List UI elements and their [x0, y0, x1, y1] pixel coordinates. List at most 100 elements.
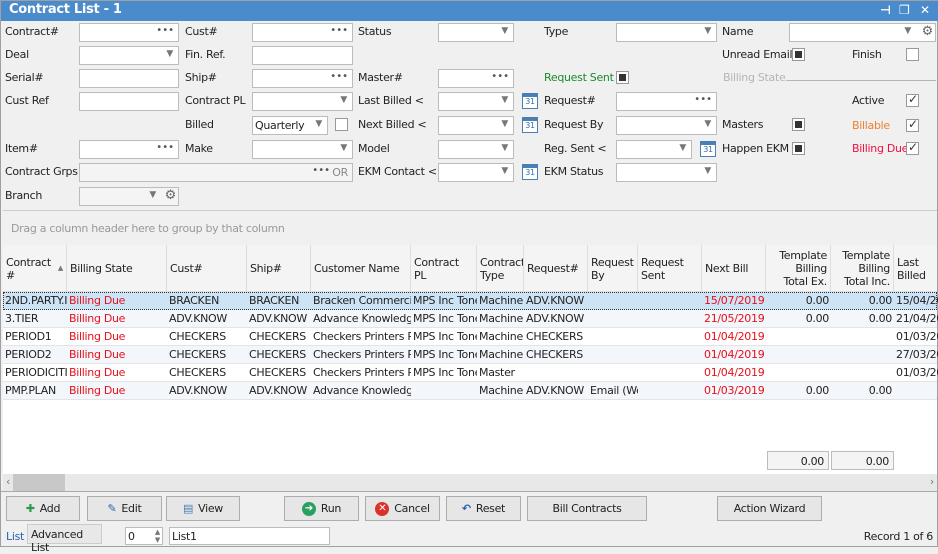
pin-icon[interactable]: ⊣: [880, 3, 891, 17]
total-inc: 0.00: [831, 451, 894, 470]
tab-list[interactable]: List: [6, 530, 24, 543]
ellipsis-icon[interactable]: •••: [156, 142, 174, 153]
table-row[interactable]: PERIOD2 Billing Due CHECKERS CHECKERS Checke…: [3, 346, 938, 364]
add-button[interactable]: ✚ Add: [6, 496, 80, 521]
column-header[interactable]: Last Billed: [894, 245, 938, 292]
table-cell: Checkers Printers Pt: [313, 348, 411, 361]
ellipsis-icon[interactable]: •••: [330, 71, 348, 82]
ellipsis-icon[interactable]: •••: [491, 71, 509, 82]
table-row[interactable]: PERIODICITI Billing Due CHECKERS CHECKERS Ch…: [3, 364, 938, 382]
table-cell: PERIODICITI: [5, 366, 67, 379]
request-no-input[interactable]: •••: [616, 92, 717, 111]
column-header[interactable]: Template Billing Total Inc.: [831, 245, 894, 292]
column-header[interactable]: Cust#: [167, 245, 247, 292]
request-by-select[interactable]: ▼: [616, 116, 717, 135]
unread-email-checkbox[interactable]: [792, 48, 805, 61]
calendar-icon[interactable]: 31: [700, 141, 716, 157]
last-billed-select[interactable]: ▼: [438, 92, 514, 111]
group-by-panel[interactable]: Drag a column header here to group by th…: [3, 211, 937, 245]
active-checkbox[interactable]: [906, 92, 919, 107]
column-header[interactable]: Contract # ▲: [3, 245, 67, 292]
req-sent-select[interactable]: ▼: [616, 140, 692, 159]
table-cell: 01/03/2019: [704, 384, 765, 397]
table-cell: Billing Due: [69, 294, 126, 307]
serial-no-input[interactable]: [79, 69, 179, 88]
ellipsis-icon[interactable]: •••: [694, 94, 712, 105]
column-header[interactable]: Ship#: [247, 245, 311, 292]
table-cell: ADV.KNOW: [526, 312, 584, 325]
run-button[interactable]: ➔ Run: [284, 496, 359, 521]
settings-gear-icon[interactable]: ⚙: [165, 188, 177, 203]
next-billed-select[interactable]: ▼: [438, 116, 514, 135]
masters-checkbox[interactable]: [792, 118, 805, 131]
ellipsis-icon[interactable]: •••: [156, 25, 174, 36]
make-select[interactable]: ▼: [252, 140, 353, 159]
scroll-right-icon[interactable]: ›: [930, 475, 934, 488]
bill-contracts-button[interactable]: Bill Contracts: [527, 496, 647, 521]
branch-select[interactable]: ▼ ⚙: [79, 187, 179, 206]
status-select[interactable]: ▼: [438, 23, 514, 42]
tab-advanced-list[interactable]: Advanced List: [27, 524, 102, 554]
billable-checkbox[interactable]: [906, 117, 919, 132]
list-number-spinner[interactable]: 0 ▲ ▼: [125, 527, 163, 545]
column-header[interactable]: Request Sent: [638, 245, 702, 292]
billed-checkbox[interactable]: [335, 118, 348, 131]
contract-no-input[interactable]: •••: [79, 23, 179, 42]
restore-icon[interactable]: ❐: [899, 3, 910, 17]
calendar-icon[interactable]: 31: [522, 117, 538, 133]
scrollbar-thumb[interactable]: [13, 474, 65, 491]
request-sent-checkbox[interactable]: [616, 71, 629, 84]
table-row[interactable]: 2ND.PARTY.I Billing Due BRACKEN BRACKEN Brac…: [3, 292, 938, 310]
settings-gear-icon[interactable]: ⚙: [922, 24, 934, 39]
cust-ref-input[interactable]: [79, 92, 179, 111]
model-label: Model: [358, 142, 390, 155]
column-header[interactable]: Customer Name: [311, 245, 411, 292]
billing-due-checkbox[interactable]: [906, 140, 919, 155]
cancel-button[interactable]: ✕ Cancel: [365, 496, 440, 521]
scroll-left-icon[interactable]: ‹: [6, 475, 10, 488]
finish-checkbox[interactable]: [906, 48, 919, 61]
model-select[interactable]: ▼: [438, 140, 514, 159]
contract-pl-select[interactable]: ▼: [252, 92, 353, 111]
ekm-contact-select[interactable]: ▼: [438, 163, 514, 182]
happen-ekm-checkbox[interactable]: [792, 142, 805, 155]
item-no-input[interactable]: •••: [79, 140, 179, 159]
calendar-icon[interactable]: 31: [522, 164, 538, 180]
reset-label: Reset: [475, 502, 506, 515]
item-no-label: Item#: [5, 142, 38, 155]
column-header[interactable]: Contract PL: [411, 245, 477, 292]
column-header[interactable]: Next Bill: [702, 245, 766, 292]
name-select[interactable]: ▼ ⚙: [789, 23, 936, 42]
column-header[interactable]: Billing State: [67, 245, 167, 292]
cust-no-input[interactable]: •••: [252, 23, 353, 42]
reset-button[interactable]: ↶ Reset: [446, 496, 521, 521]
table-cell: MPS Inc Toner: [413, 366, 477, 379]
table-row[interactable]: PMP.PLAN Billing Due ADV.KNOW ADV.KNOW Advan…: [3, 382, 937, 400]
type-select[interactable]: ▼: [616, 23, 717, 42]
contract-grps-input[interactable]: ••• OR: [79, 163, 353, 182]
table-row[interactable]: PERIOD1 Billing Due CHECKERS CHECKERS Checke…: [3, 328, 938, 346]
view-button[interactable]: ▤ View: [166, 496, 240, 521]
spinner-arrows-icon[interactable]: ▲ ▼: [155, 528, 160, 544]
list-name-input[interactable]: List1: [169, 527, 330, 545]
master-no-input[interactable]: •••: [438, 69, 514, 88]
table-row[interactable]: 3.TIER Billing Due ADV.KNOW ADV.KNOW Advance…: [3, 310, 938, 328]
billed-select[interactable]: Quarterly ▼: [252, 116, 328, 135]
close-icon[interactable]: ✕: [920, 3, 930, 17]
ekm-status-select[interactable]: ▼: [616, 163, 717, 182]
action-wizard-button[interactable]: Action Wizard: [717, 496, 822, 521]
calendar-icon[interactable]: 31: [522, 93, 538, 109]
column-header[interactable]: Template Billing Total Ex.: [766, 245, 831, 292]
horizontal-scrollbar[interactable]: ‹ ›: [3, 474, 937, 491]
fin-ref-input[interactable]: [252, 46, 353, 65]
ellipsis-icon[interactable]: •••: [312, 165, 330, 176]
deal-select[interactable]: ▼: [79, 46, 179, 65]
ship-no-input[interactable]: •••: [252, 69, 353, 88]
column-header[interactable]: Contract Type: [477, 245, 524, 292]
column-header[interactable]: Request#: [524, 245, 588, 292]
chevron-down-icon: ▼: [501, 166, 508, 176]
column-header[interactable]: Request By: [588, 245, 638, 292]
table-cell: ADV.KNOW: [526, 384, 584, 397]
ellipsis-icon[interactable]: •••: [330, 25, 348, 36]
edit-button[interactable]: ✎ Edit: [87, 496, 162, 521]
